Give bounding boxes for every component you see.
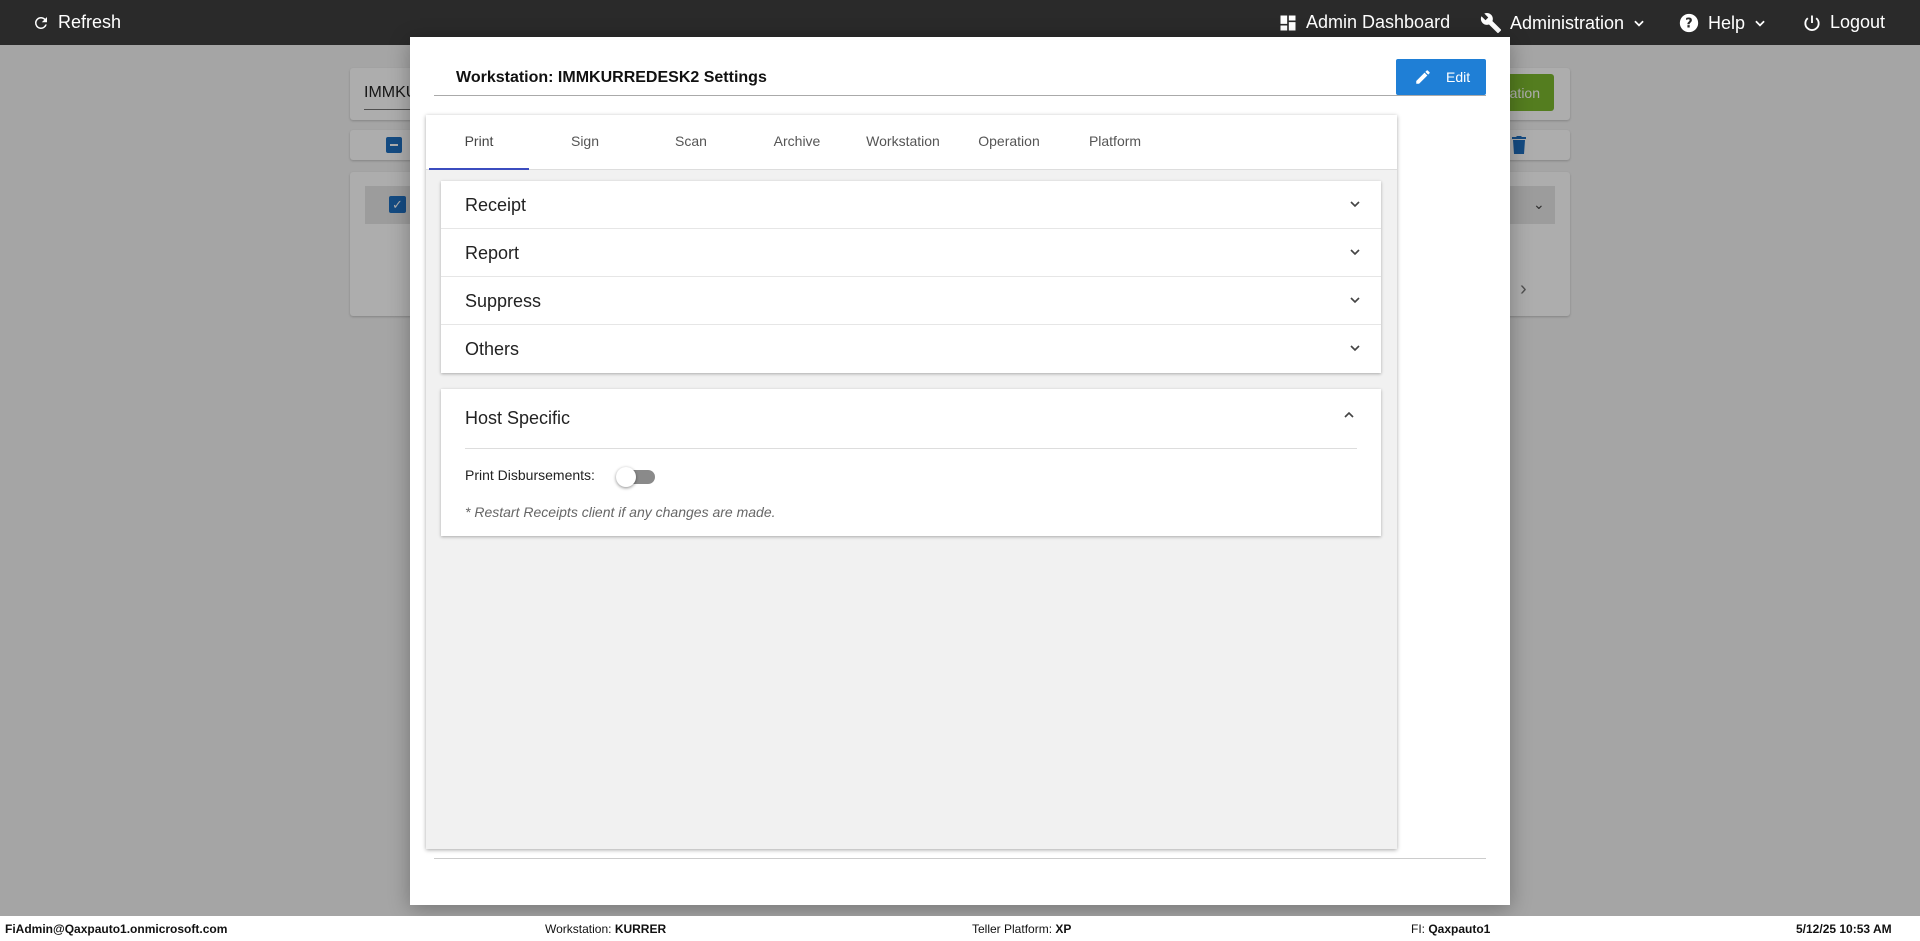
admin-dashboard-label: Admin Dashboard: [1306, 12, 1451, 32]
accordion-report[interactable]: Report: [441, 229, 1381, 277]
chevron-down-icon: [1350, 201, 1360, 208]
refresh-label: Refresh: [58, 12, 122, 32]
pencil-icon: [1416, 70, 1430, 84]
refresh-button[interactable]: Refresh: [32, 12, 121, 33]
chevron-down-icon: [1350, 297, 1360, 304]
status-teller-platform-value: XP: [1055, 922, 1072, 936]
wrench-icon: [1480, 13, 1502, 34]
logout-label: Logout: [1830, 12, 1886, 32]
dashboard-icon: [1280, 15, 1296, 30]
status-workstation-value: KURRER: [614, 922, 667, 936]
logout-button[interactable]: Logout: [1802, 12, 1885, 33]
toggle-knob: [616, 467, 636, 487]
print-disbursements-toggle[interactable]: [616, 467, 655, 487]
tab-sign[interactable]: Sign: [535, 115, 635, 170]
tab-scan[interactable]: Scan: [641, 115, 741, 170]
status-fi-value: Qaxpauto1: [1428, 922, 1491, 936]
tab-platform[interactable]: Platform: [1065, 115, 1165, 170]
status-fi: FI: Qaxpauto1: [1411, 922, 1490, 936]
host-specific-title: Host Specific: [465, 408, 571, 428]
power-icon: [1804, 15, 1820, 31]
status-bar: FiAdmin@Qaxpauto1.onmicrosoft.com Workst…: [0, 916, 1920, 941]
svg-text:?: ?: [1685, 17, 1692, 32]
settings-panel: Print Sign Scan Archive Workstation Oper…: [426, 115, 1397, 849]
accordion-label: Report: [465, 243, 520, 263]
administration-menu[interactable]: Administration: [1480, 12, 1646, 34]
settings-tabs: Print Sign Scan Archive Workstation Oper…: [426, 115, 1397, 170]
edit-label: Edit: [1446, 69, 1471, 85]
help-menu[interactable]: ? Help: [1678, 12, 1767, 34]
tab-operation[interactable]: Operation: [959, 115, 1059, 170]
accordion-others[interactable]: Others: [441, 325, 1381, 373]
chevron-down-icon: [1634, 20, 1644, 27]
modal-title: Workstation: IMMKURREDESK2 Settings: [456, 69, 767, 86]
accordion-suppress[interactable]: Suppress: [441, 277, 1381, 325]
settings-modal: Workstation: IMMKURREDESK2 Settings Edit…: [410, 37, 1510, 905]
status-workstation-label: Workstation:: [545, 922, 612, 936]
status-fi-label: FI:: [1411, 922, 1425, 936]
administration-label: Administration: [1510, 12, 1625, 33]
tab-print[interactable]: Print: [429, 115, 529, 170]
accordion-receipt[interactable]: Receipt: [441, 181, 1381, 229]
status-teller-platform-label: Teller Platform:: [972, 922, 1053, 936]
refresh-icon: [34, 16, 47, 29]
chevron-down-icon: [1350, 345, 1360, 352]
chevron-down-icon: [1755, 20, 1765, 27]
accordion-label: Others: [465, 339, 520, 359]
accordion-label: Receipt: [465, 195, 527, 215]
print-settings-accordion: Receipt Report Suppress Others: [441, 181, 1381, 373]
status-workstation: Workstation: KURRER: [545, 922, 666, 936]
accordion-label: Suppress: [465, 291, 542, 311]
tab-workstation[interactable]: Workstation: [853, 115, 953, 170]
chevron-up-icon: [1344, 411, 1354, 418]
edit-button[interactable]: Edit: [1396, 59, 1486, 95]
status-user: FiAdmin@Qaxpauto1.onmicrosoft.com: [5, 922, 228, 936]
help-label: Help: [1708, 12, 1746, 33]
chevron-down-icon: [1350, 249, 1360, 256]
status-datetime: 5/12/25 10:53 AM: [1796, 922, 1892, 936]
host-specific-header[interactable]: Host Specific: [465, 389, 1357, 449]
restart-note: * Restart Receipts client if any changes…: [465, 504, 776, 520]
admin-dashboard-link[interactable]: Admin Dashboard: [1278, 12, 1450, 33]
host-specific-panel: Host Specific Print Disbursements: * Res…: [441, 389, 1381, 536]
help-icon: ?: [1679, 13, 1699, 33]
print-disbursements-label: Print Disbursements:: [465, 467, 595, 483]
status-teller-platform: Teller Platform: XP: [972, 922, 1071, 936]
modal-header: Workstation: IMMKURREDESK2 Settings: [434, 59, 1486, 96]
tab-archive[interactable]: Archive: [747, 115, 847, 170]
